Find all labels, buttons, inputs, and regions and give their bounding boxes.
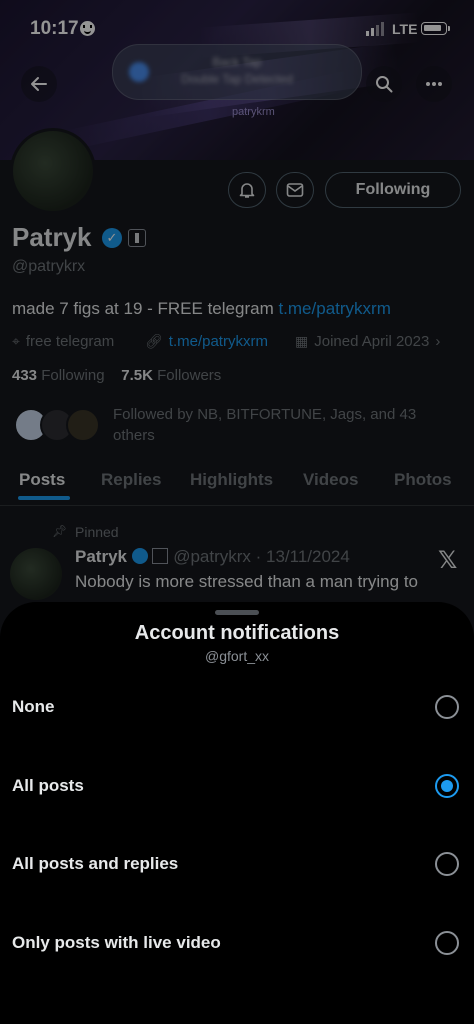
option-live-video[interactable]: Only posts with live video — [0, 913, 474, 973]
option-label: None — [12, 697, 55, 716]
option-label: All posts — [12, 776, 84, 795]
sheet-title: Account notifications — [134, 622, 340, 644]
sheet-subtitle: @gfort_xx — [204, 648, 269, 664]
option-label: All posts and replies — [12, 854, 179, 873]
radio-button[interactable] — [435, 852, 459, 876]
option-none[interactable]: None — [0, 677, 474, 737]
option-all-posts-and-replies[interactable]: All posts and replies — [0, 834, 474, 894]
sheet-grabber[interactable] — [215, 610, 259, 615]
radio-button[interactable] — [435, 695, 459, 719]
option-label: Only posts with live video — [12, 933, 221, 952]
radio-button[interactable] — [435, 931, 459, 955]
option-all-posts[interactable]: All posts — [0, 756, 474, 816]
radio-button-selected[interactable] — [435, 774, 459, 798]
account-notifications-sheet: Account notifications @gfort_xx None All… — [0, 602, 474, 1024]
